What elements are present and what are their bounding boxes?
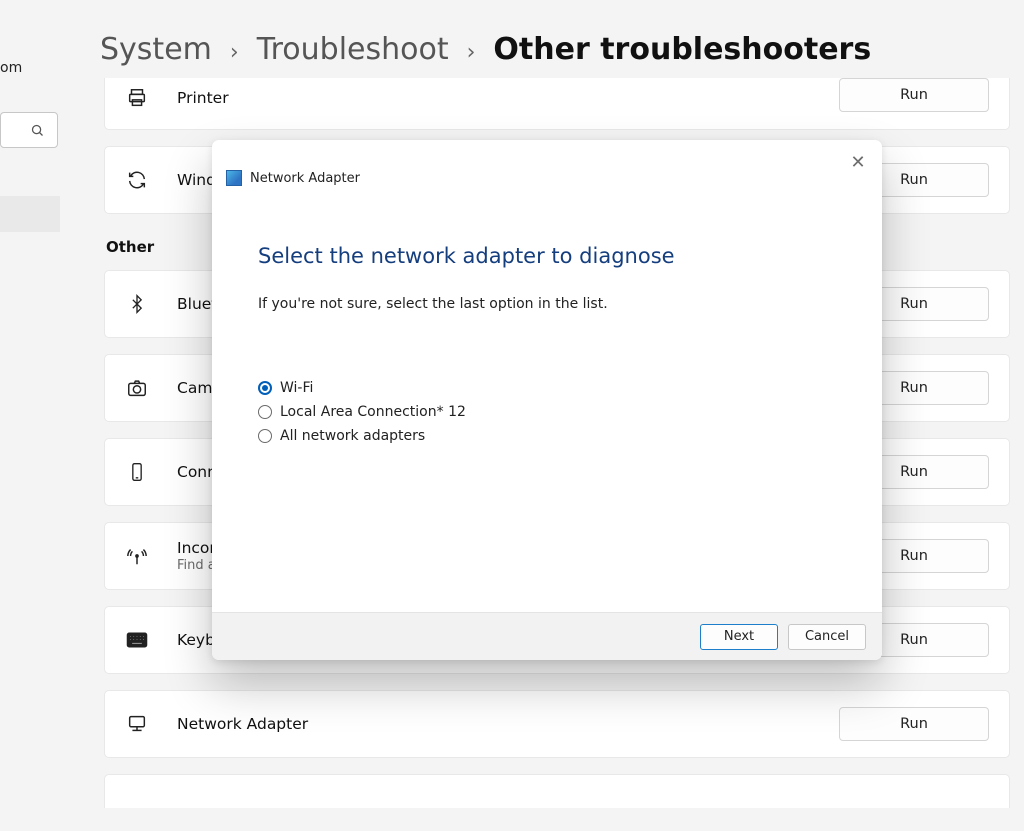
dialog-titlebar: Network Adapter ✕ (212, 140, 882, 188)
row-printer: Printer Run (104, 78, 1010, 130)
dialog-heading: Select the network adapter to diagnose (258, 244, 836, 268)
radio-label: Local Area Connection* 12 (280, 404, 466, 420)
chevron-right-icon: › (467, 40, 476, 65)
sidebar-nav-item-active[interactable] (0, 196, 60, 232)
dialog-body: Select the network adapter to diagnose I… (212, 188, 882, 612)
row-network-adapter: Network Adapter Run (104, 690, 1010, 758)
dialog-title: Network Adapter (250, 171, 360, 186)
sidebar-label-fragment: om (0, 60, 60, 76)
breadcrumb-system[interactable]: System (100, 32, 212, 67)
close-icon: ✕ (850, 152, 865, 173)
dialog-footer: Next Cancel (212, 612, 882, 660)
keyboard-icon (125, 628, 149, 652)
sync-icon (125, 168, 149, 192)
item-icon (125, 780, 149, 804)
sidebar-nav-item[interactable] (0, 160, 60, 196)
run-button-network-adapter[interactable]: Run (839, 707, 989, 741)
sidebar: om (0, 60, 60, 232)
sidebar-nav (0, 160, 60, 232)
row-title: Conn (177, 463, 217, 481)
breadcrumb-current: Other troubleshooters (493, 32, 871, 67)
row-title: Wind (177, 171, 216, 189)
sidebar-search[interactable] (0, 112, 58, 148)
run-button-printer[interactable]: Run (839, 78, 989, 112)
row-partial-bottom (104, 774, 1010, 808)
antenna-icon (125, 544, 149, 568)
radio-label: Wi-Fi (280, 380, 313, 396)
radio-all-network-adapters[interactable]: All network adapters (258, 428, 425, 444)
row-title: Printer (177, 89, 229, 107)
next-button[interactable]: Next (700, 624, 778, 650)
radio-local-area-connection-12[interactable]: Local Area Connection* 12 (258, 404, 466, 420)
search-icon (30, 123, 45, 138)
cancel-button[interactable]: Cancel (788, 624, 866, 650)
monitor-network-icon (125, 712, 149, 736)
radio-icon (258, 381, 272, 395)
breadcrumb-troubleshoot[interactable]: Troubleshoot (257, 32, 449, 67)
printer-icon (125, 86, 149, 110)
radio-icon (258, 429, 272, 443)
row-title: Network Adapter (177, 715, 308, 733)
radio-label: All network adapters (280, 428, 425, 444)
troubleshooter-dialog: Network Adapter ✕ Select the network ada… (212, 140, 882, 660)
phone-icon (125, 460, 149, 484)
troubleshooter-app-icon (226, 170, 242, 186)
dialog-instruction: If you're not sure, select the last opti… (258, 296, 836, 312)
breadcrumb: System › Troubleshoot › Other troublesho… (100, 32, 871, 67)
close-button[interactable]: ✕ (844, 150, 872, 174)
radio-wifi[interactable]: Wi-Fi (258, 380, 313, 396)
radio-icon (258, 405, 272, 419)
bluetooth-icon (125, 292, 149, 316)
chevron-right-icon: › (230, 40, 239, 65)
camera-icon (125, 376, 149, 400)
